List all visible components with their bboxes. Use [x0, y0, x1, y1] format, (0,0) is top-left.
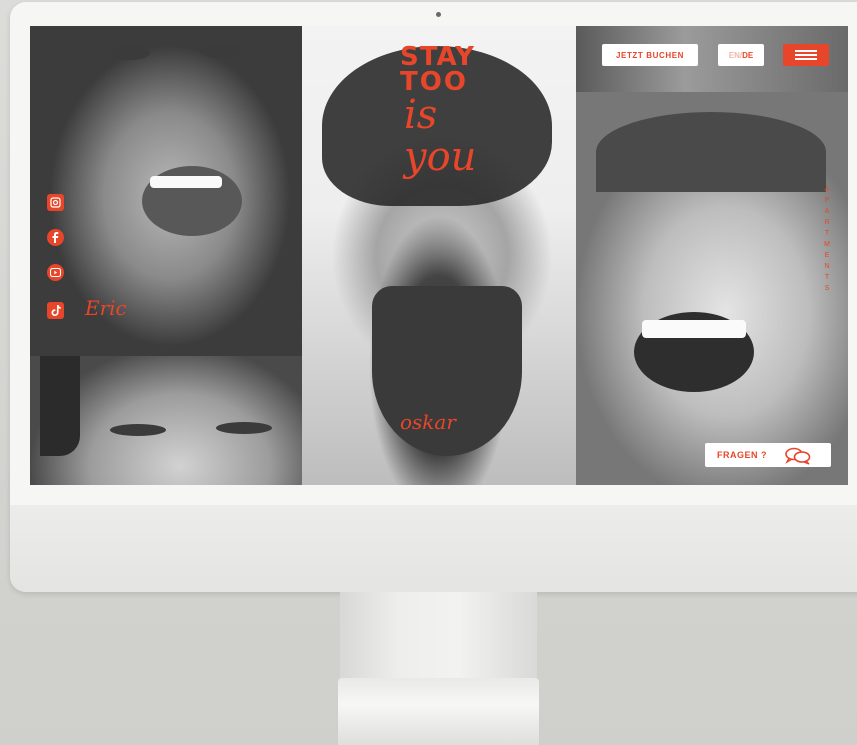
- vertical-letter: N: [824, 263, 830, 270]
- tiktok-icon[interactable]: [47, 302, 64, 319]
- eye-shape: [110, 424, 166, 436]
- teeth-shape: [642, 320, 746, 338]
- instagram-icon[interactable]: [47, 194, 64, 211]
- youtube-icon[interactable]: [47, 264, 64, 281]
- menu-line: [795, 58, 817, 60]
- vertical-letter: S: [824, 285, 830, 292]
- apartments-vertical-link[interactable]: A P A R T M E N T S: [822, 184, 832, 294]
- imac-chin: [10, 505, 857, 592]
- hair-shape: [596, 112, 826, 192]
- hamburger-menu-button[interactable]: [783, 44, 829, 66]
- webcam-icon: [436, 12, 441, 17]
- hair-shape: [40, 356, 80, 456]
- name-tag-eric: Eric: [85, 296, 127, 320]
- questions-label: FRAGEN ?: [717, 450, 767, 460]
- questions-button[interactable]: FRAGEN ?: [705, 443, 831, 467]
- vertical-letter: A: [824, 186, 830, 193]
- menu-line: [795, 54, 817, 56]
- photo-smiling-boy: [30, 356, 302, 485]
- language-switcher[interactable]: EN / DE: [718, 44, 764, 66]
- photo-laughing-girl: [576, 92, 848, 485]
- vertical-letter: P: [824, 197, 830, 204]
- vertical-letter: T: [824, 230, 830, 237]
- menu-line: [795, 50, 817, 52]
- brand-logo[interactable]: STAY TOO is you: [400, 44, 520, 178]
- vertical-letter: A: [824, 208, 830, 215]
- eye-shape: [216, 422, 272, 434]
- vertical-letter: M: [824, 241, 830, 248]
- logo-line2: TOO: [400, 67, 468, 97]
- vertical-letter: R: [824, 219, 830, 226]
- chat-bubbles-icon: [785, 447, 811, 465]
- imac-stand: [340, 592, 537, 688]
- imac-stand-base: [338, 678, 539, 745]
- logo-script: is you: [404, 92, 477, 180]
- lang-de-option[interactable]: DE: [742, 51, 753, 60]
- book-now-button[interactable]: JETZT BUCHEN: [602, 44, 698, 66]
- teeth-shape: [150, 176, 222, 188]
- website-screen: STAY TOO is you JETZT BUCHEN EN / DE Eri…: [30, 26, 848, 485]
- name-tag-oskar: oskar: [400, 410, 456, 434]
- vertical-letter: E: [824, 252, 830, 259]
- lang-en-option[interactable]: EN: [729, 51, 740, 60]
- eye-shape: [110, 46, 150, 60]
- facebook-icon[interactable]: [47, 229, 64, 246]
- photo-eric: [30, 26, 302, 356]
- vertical-letter: T: [824, 274, 830, 281]
- eye-shape: [200, 44, 242, 58]
